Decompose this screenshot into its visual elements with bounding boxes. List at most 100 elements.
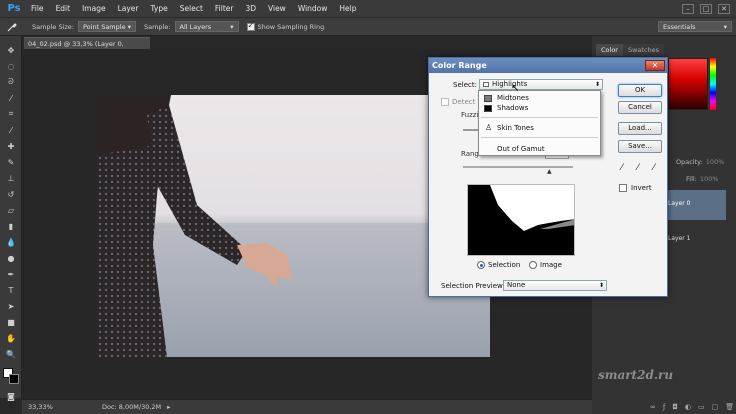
dropdown-item-skin-tones[interactable]: ♙ Skin Tones (479, 123, 600, 133)
layer-name: Layer 0 (668, 200, 691, 207)
history-brush-tool-icon[interactable]: ↺ (4, 188, 18, 200)
subtract-from-sample-eyedropper-icon[interactable]: ⁄ (653, 163, 655, 173)
shadows-swatch (484, 105, 492, 112)
minimize-button[interactable]: – (682, 3, 694, 14)
color-panel-tabs: Color Swatches (596, 44, 665, 56)
type-tool-icon[interactable]: T (4, 284, 18, 296)
selection-radio[interactable] (477, 261, 485, 269)
layers-panel-footer: ∞ ƒ ◘ ◐ ▭ ▢ 🗑 (650, 403, 734, 411)
move-tool-icon[interactable]: ✥ (4, 44, 18, 56)
gradient-tool-icon[interactable]: ▮ (4, 220, 18, 232)
fill-label: Fill: (686, 175, 697, 183)
dropdown-item-label: Out of Gamut (497, 145, 545, 153)
color-spectrum[interactable] (668, 58, 708, 110)
menu-select[interactable]: Select (174, 0, 209, 17)
dialog-close-button[interactable]: ✕ (645, 60, 665, 71)
eyedropper-tool-icon[interactable]: ⁄ (4, 124, 18, 136)
hue-slider[interactable] (710, 58, 716, 110)
link-layers-icon[interactable]: ∞ (650, 403, 656, 411)
hand-tool-icon[interactable]: ✋ (4, 332, 18, 344)
ok-button[interactable]: OK (618, 84, 662, 97)
menu-filter[interactable]: Filter (209, 0, 240, 17)
menu-view[interactable]: View (262, 0, 292, 17)
zoom-readout[interactable]: 33,33% (22, 403, 53, 411)
dropdown-separator (481, 117, 598, 118)
dropdown-item-midtones[interactable]: Midtones (479, 93, 600, 103)
tab-color[interactable]: Color (596, 44, 623, 56)
selection-preview-image[interactable] (467, 184, 575, 256)
chevron-down-icon: ▾ (723, 22, 727, 31)
quick-mask-icon[interactable]: ◙ (4, 390, 18, 402)
dropdown-item-shadows[interactable]: Shadows (479, 103, 600, 113)
window-controls: – □ ✕ (682, 3, 736, 14)
fx-icon[interactable]: ƒ (663, 403, 665, 411)
dialog-title[interactable]: Color Range (429, 58, 667, 73)
brush-tool-icon[interactable]: ✎ (4, 156, 18, 168)
marquee-tool-icon[interactable]: ◌ (4, 60, 18, 72)
range-slider-thumb[interactable]: ▲ (547, 168, 552, 175)
mask-icon[interactable]: ◘ (672, 403, 678, 411)
shape-tool-icon[interactable]: ■ (4, 316, 18, 328)
menu-3d[interactable]: 3D (239, 0, 262, 17)
eyedropper-icon[interactable]: ⁄ (621, 163, 623, 173)
load-button[interactable]: Load... (618, 122, 662, 135)
sample-size-select[interactable]: Point Sample ▾ (77, 21, 136, 32)
adjustment-icon[interactable]: ◐ (685, 403, 691, 411)
invert-checkbox[interactable] (619, 184, 627, 192)
tab-swatches[interactable]: Swatches (622, 44, 665, 56)
fill-field[interactable]: Fill: 100% (686, 175, 718, 183)
sampling-ring-label: Show Sampling Ring (257, 22, 325, 31)
close-window-button[interactable]: ✕ (718, 3, 730, 14)
menu-image[interactable]: Image (76, 0, 112, 17)
layer-row-layer-0[interactable]: Layer 0 (664, 190, 726, 220)
range-slider[interactable] (463, 166, 573, 168)
eyedropper-tool-preset-icon[interactable] (0, 21, 24, 33)
healing-brush-tool-icon[interactable]: ✚ (4, 140, 18, 152)
document-tab[interactable]: 04_02.psd @ 33,3% (Layer 0, RGB/8#) * × (24, 37, 150, 60)
menu-file[interactable]: File (25, 0, 50, 17)
detect-faces-option[interactable]: Detect F (441, 98, 482, 106)
image-radio[interactable] (529, 261, 537, 269)
new-layer-icon[interactable]: ▢ (712, 403, 719, 411)
detect-faces-checkbox[interactable] (441, 98, 449, 106)
menu-edit[interactable]: Edit (50, 0, 77, 17)
trash-icon[interactable]: 🗑 (725, 403, 734, 411)
maximize-button[interactable]: □ (700, 3, 712, 14)
dropdown-item-out-of-gamut[interactable]: Out of Gamut (479, 144, 600, 154)
dodge-tool-icon[interactable]: ● (4, 252, 18, 264)
menu-layer[interactable]: Layer (112, 0, 145, 17)
layer-name: Layer 1 (668, 235, 691, 242)
pen-tool-icon[interactable]: ✒ (4, 268, 18, 280)
clone-stamp-tool-icon[interactable]: ⊥ (4, 172, 18, 184)
path-selection-tool-icon[interactable]: ➤ (4, 300, 18, 312)
zoom-tool-icon[interactable]: 🔍 (4, 348, 18, 360)
image-radio-option[interactable]: Image (529, 261, 562, 269)
selection-radio-option[interactable]: Selection (477, 261, 520, 269)
layer-row-layer-1[interactable]: Layer 1 (664, 225, 726, 255)
invert-option[interactable]: Invert (619, 184, 652, 192)
invert-label: Invert (631, 184, 652, 192)
menu-help[interactable]: Help (333, 0, 362, 17)
menu-type[interactable]: Type (145, 0, 174, 17)
group-icon[interactable]: ▭ (698, 403, 705, 411)
quick-selection-tool-icon[interactable]: ⁄ (4, 92, 18, 104)
sampling-ring-option[interactable]: Show Sampling Ring (246, 21, 325, 31)
lasso-tool-icon[interactable]: ᘐ (4, 76, 18, 88)
selection-preview-select[interactable]: None ⬍ (503, 280, 607, 291)
cancel-button[interactable]: Cancel (618, 101, 662, 114)
menu-window[interactable]: Window (292, 0, 334, 17)
crop-tool-icon[interactable]: ⌗ (4, 108, 18, 120)
add-to-sample-eyedropper-icon[interactable]: ⁄ (637, 163, 639, 173)
sampling-ring-checkbox[interactable] (246, 21, 255, 31)
status-arrow-icon[interactable]: ▸ (167, 403, 170, 411)
background-color-swatch[interactable] (9, 374, 19, 384)
blur-tool-icon[interactable]: 💧 (4, 236, 18, 248)
document-size[interactable]: Doc: 8,00M/30,2M (102, 403, 161, 411)
select-dropdown[interactable]: Highlights ⬍ (479, 79, 603, 90)
save-button[interactable]: Save... (618, 140, 662, 153)
workspace-select[interactable]: Essentials ▾ (658, 21, 732, 32)
sample-select[interactable]: All Layers ▾ (174, 21, 239, 32)
eraser-tool-icon[interactable]: ▱ (4, 204, 18, 216)
chevron-down-icon: ▾ (230, 22, 234, 31)
opacity-field[interactable]: Opacity: 100% (676, 158, 724, 166)
